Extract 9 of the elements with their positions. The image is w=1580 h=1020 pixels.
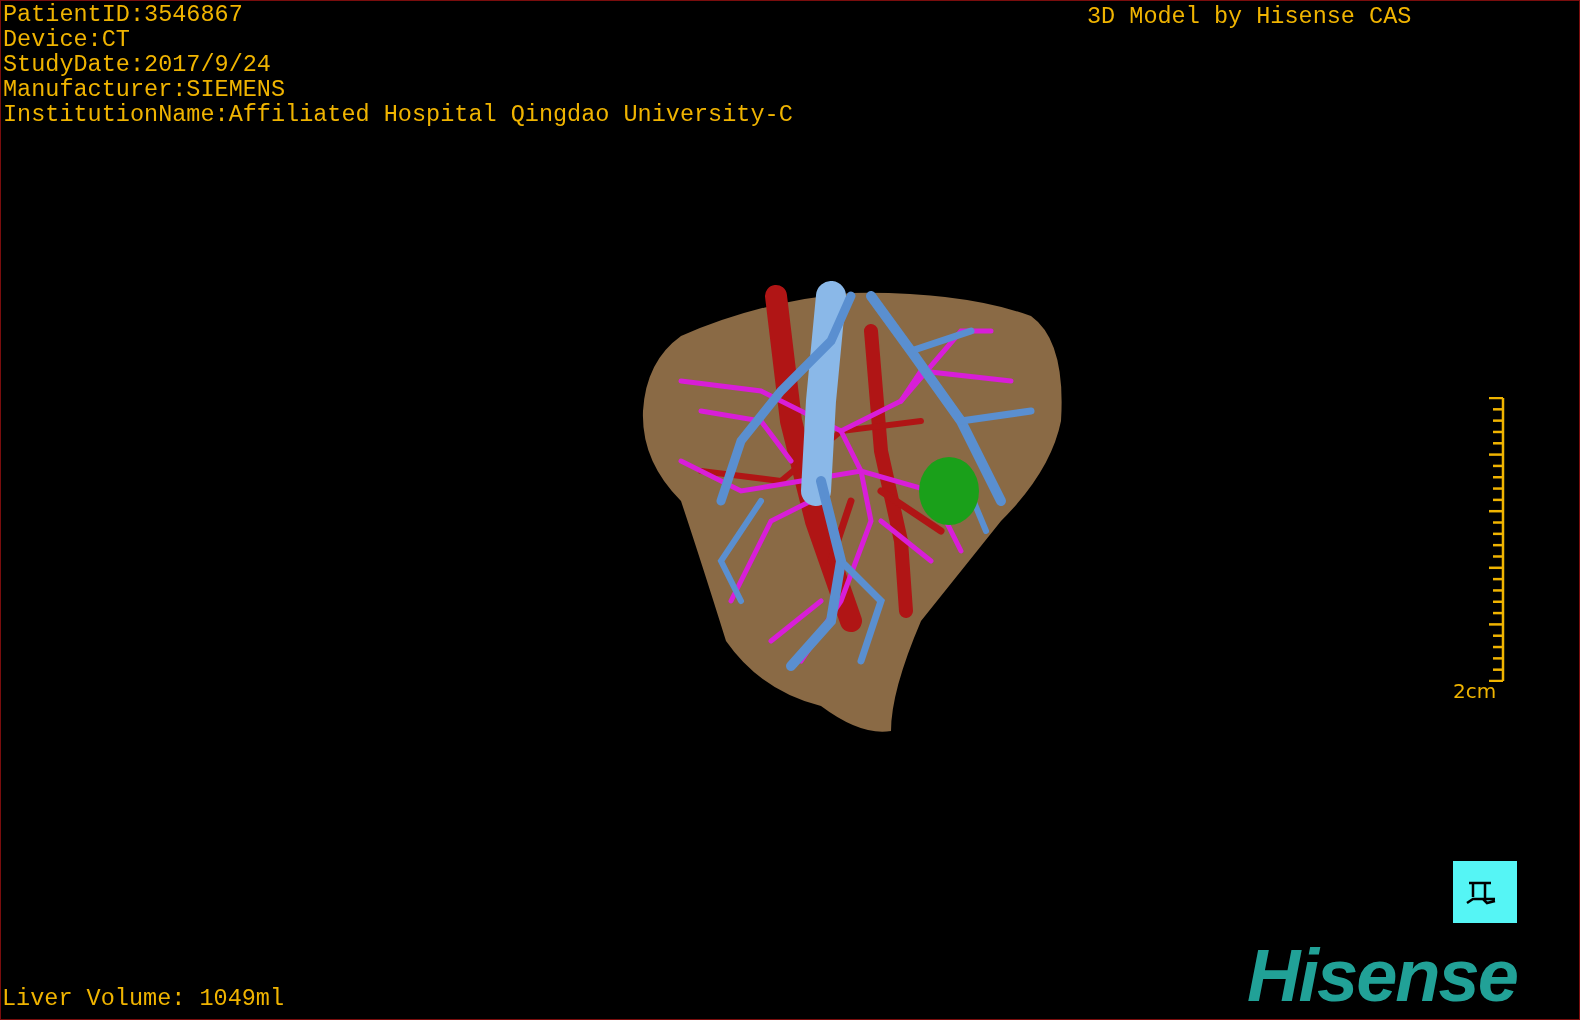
info-line: Manufacturer:SIEMENS: [3, 77, 287, 102]
info-line: InstitutionName:Affiliated Hospital Qingdao University-C: [3, 102, 793, 127]
info-line: StudyDate:2017/9/24: [3, 52, 272, 77]
info-line: PatientID:3546867: [3, 2, 244, 27]
scale-label: 2cm: [1453, 679, 1497, 703]
info-line: Device:CT: [3, 27, 131, 52]
liver-volume: Liver Volume: 1049ml: [2, 986, 285, 1011]
model-title: 3D Model by Hisense CAS: [1087, 4, 1412, 29]
brand-logo: Hisense: [1247, 941, 1517, 1011]
